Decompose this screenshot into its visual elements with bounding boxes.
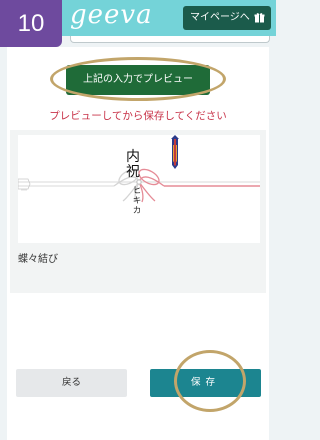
mypage-button-label: マイページへ xyxy=(190,12,250,23)
preview-warning-text: プレビューしてから保存してください xyxy=(49,110,227,122)
noshi-left-ornament-icon xyxy=(18,178,31,191)
noshi-name-char: ヒ xyxy=(132,186,142,196)
header-input-strip[interactable] xyxy=(70,36,270,43)
noshi-title: 内 祝 xyxy=(126,150,140,180)
noshi-name-char: キ xyxy=(132,196,142,206)
step-number-badge: 10 xyxy=(0,0,62,47)
gift-icon xyxy=(254,13,265,23)
preview-button[interactable]: 上記の入力でプレビュー xyxy=(66,65,210,95)
mypage-button[interactable]: マイページへ xyxy=(183,6,271,30)
noshi-name: ヒ キ カ xyxy=(132,186,142,216)
back-button[interactable]: 戻る xyxy=(16,369,127,397)
noshi-title-char: 内 xyxy=(126,149,140,165)
noshi-ornament-icon xyxy=(171,135,179,169)
noshi-style-label: 蝶々結び xyxy=(18,254,58,265)
noshi-name-char: カ xyxy=(132,206,142,216)
save-button[interactable]: 保存 xyxy=(150,369,261,397)
noshi-title-char: 祝 xyxy=(126,164,140,180)
site-logo[interactable]: geeva xyxy=(70,0,153,30)
